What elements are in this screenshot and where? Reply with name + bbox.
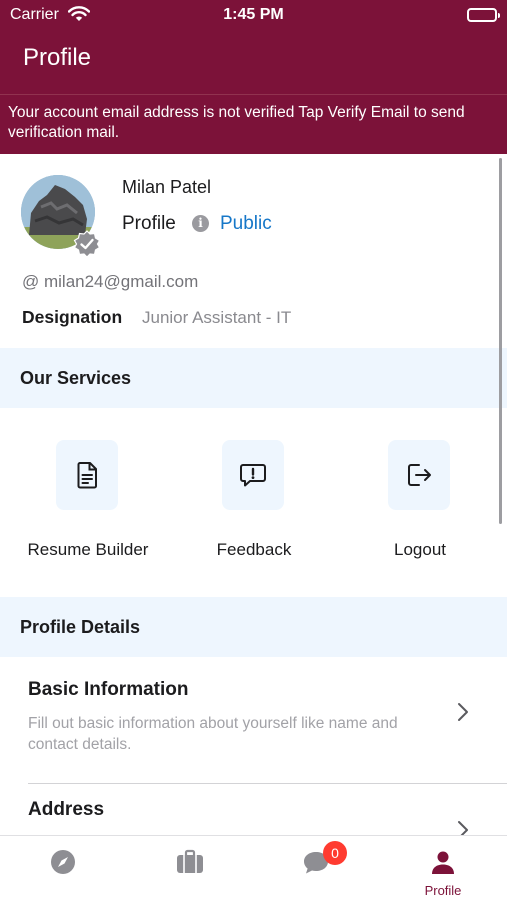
app-header: Carrier 1:45 PM Profile: [0, 0, 507, 94]
profile-details-heading: Profile Details: [0, 597, 507, 657]
profile-email: @ milan24@gmail.com: [22, 272, 199, 291]
battery-icon: [467, 8, 500, 22]
feedback-tile[interactable]: [222, 440, 284, 510]
designation-value: Junior Assistant - IT: [142, 308, 292, 327]
person-icon: [432, 851, 454, 874]
services-section-heading: Our Services: [0, 348, 507, 408]
chevron-right-icon: [458, 703, 468, 721]
profile-visibility-label: Profile: [122, 213, 176, 234]
designation-label: Designation: [22, 307, 123, 327]
document-icon: [77, 462, 97, 489]
verified-check-icon: [73, 230, 101, 258]
profile-card: Milan Patel Profile i Public @ milan24@g…: [0, 154, 507, 348]
divider: [28, 783, 507, 784]
logout-icon: [408, 464, 431, 486]
address-title: Address: [28, 799, 105, 820]
tab-jobs[interactable]: [127, 836, 253, 900]
email-verification-banner[interactable]: Your account email address is not verifi…: [0, 94, 507, 154]
compass-icon: [51, 850, 75, 874]
profile-name: Milan Patel: [122, 177, 212, 197]
tab-bar: 0 Profile: [0, 835, 507, 900]
info-icon[interactable]: i: [192, 215, 209, 232]
resume-builder-label: Resume Builder: [27, 540, 149, 559]
status-bar: Carrier 1:45 PM: [0, 0, 507, 32]
services-grid: Resume Builder Feedback Logout: [0, 408, 507, 597]
feedback-icon: [240, 464, 266, 487]
logout-tile[interactable]: [388, 440, 450, 510]
resume-builder-tile[interactable]: [56, 440, 118, 510]
profile-visibility-value[interactable]: Public: [220, 213, 272, 235]
page-title: Profile: [23, 44, 92, 71]
basic-information-subtitle: Fill out basic information about yoursel…: [28, 715, 398, 753]
briefcase-icon: [177, 849, 203, 873]
scrollbar[interactable]: [499, 158, 502, 524]
logout-label: Logout: [394, 540, 446, 559]
chevron-right-icon: [458, 821, 468, 835]
basic-information-title: Basic Information: [28, 679, 189, 700]
unread-badge: 0: [323, 841, 347, 865]
feedback-label: Feedback: [216, 540, 292, 559]
status-time: 1:45 PM: [223, 6, 284, 23]
tab-profile[interactable]: Profile: [380, 836, 506, 900]
tab-messages[interactable]: 0: [253, 836, 379, 900]
tab-profile-label: Profile: [424, 883, 462, 898]
tab-explore[interactable]: [0, 836, 126, 900]
profile-details-list: Basic Information Fill out basic informa…: [0, 657, 507, 835]
